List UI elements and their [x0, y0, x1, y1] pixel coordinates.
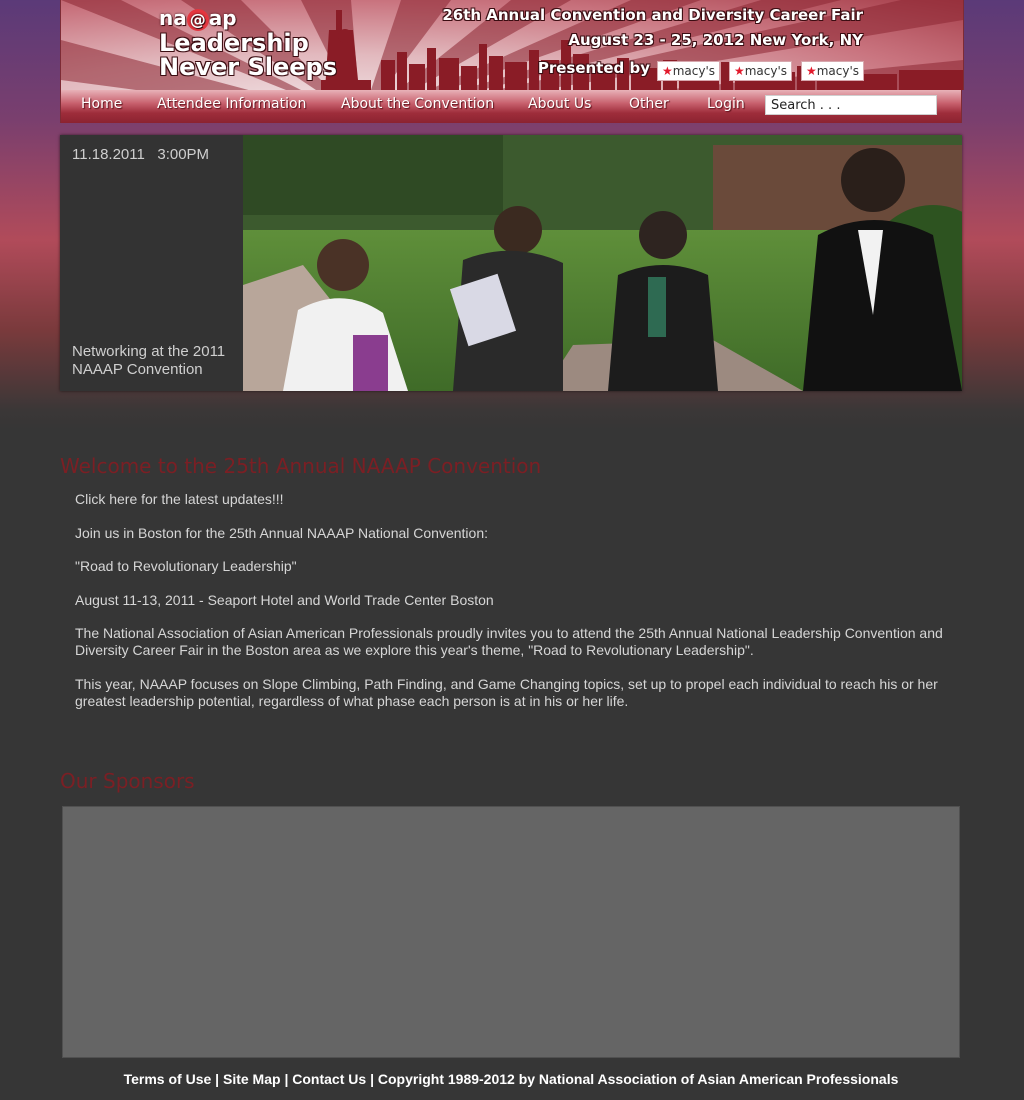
- convention-title: 26th Annual Convention and Diversity Car…: [442, 6, 863, 24]
- latest-updates-link[interactable]: Click here for the latest updates!!!: [75, 491, 955, 508]
- footer-site-map-link[interactable]: Site Map: [223, 1071, 281, 1087]
- sponsors-heading: Our Sponsors: [60, 769, 195, 793]
- footer: Terms of Use | Site Map | Contact Us | C…: [60, 1071, 962, 1087]
- feature-caption: Networking at the 2011 NAAAP Convention: [72, 343, 226, 378]
- main-nav: Home Attendee Information About the Conv…: [60, 90, 962, 123]
- networking-photo: [243, 135, 962, 391]
- logo-at-icon: @: [186, 9, 209, 31]
- star-icon: ★: [805, 64, 817, 78]
- footer-copyright: Copyright 1989-2012 by National Associat…: [377, 1071, 899, 1087]
- footer-separator: |: [215, 1071, 220, 1087]
- nav-home[interactable]: Home: [81, 96, 122, 112]
- sponsor-logo-macys-2[interactable]: ★macy's: [729, 61, 792, 81]
- nav-about-us[interactable]: About Us: [528, 96, 591, 112]
- star-icon: ★: [733, 64, 745, 78]
- tagline-line-2: Never Sleeps: [159, 53, 338, 81]
- convention-date: August 23 - 25, 2012 New York, NY: [568, 31, 863, 49]
- star-icon: ★: [661, 64, 673, 78]
- welcome-heading: Welcome to the 25th Annual NAAAP Convent…: [60, 454, 542, 478]
- logo-text-right: ap: [208, 6, 237, 30]
- footer-separator: |: [284, 1071, 289, 1087]
- welcome-paragraph-3: August 11-13, 2011 - Seaport Hotel and W…: [75, 592, 494, 608]
- welcome-paragraph-5: This year, NAAAP focuses on Slope Climbi…: [75, 676, 938, 709]
- feature-slideshow[interactable]: 11.18.2011 3:00PM Networking at the 2011…: [60, 135, 962, 391]
- welcome-paragraph-2: "Road to Revolutionary Leadership": [75, 558, 297, 574]
- sponsors-panel: [62, 806, 960, 1058]
- footer-separator: |: [370, 1071, 374, 1087]
- tagline-line-1: Leadership: [159, 29, 309, 57]
- naaap-logo[interactable]: na @ ap: [159, 6, 237, 31]
- feature-date: 11.18.2011 3:00PM: [72, 146, 210, 163]
- nav-other[interactable]: Other: [629, 96, 669, 112]
- sponsor-logo-macys-3[interactable]: ★macy's: [801, 61, 864, 81]
- nav-attendee-information[interactable]: Attendee Information: [157, 96, 306, 112]
- header-banner: na @ ap Leadership Never Sleeps 26th Annua…: [60, 0, 964, 90]
- welcome-paragraph-4: The National Association of Asian Americ…: [75, 625, 943, 658]
- nav-about-the-convention[interactable]: About the Convention: [341, 96, 494, 112]
- logo-text-left: na: [159, 6, 187, 30]
- footer-terms-link[interactable]: Terms of Use: [124, 1071, 212, 1087]
- footer-contact-link[interactable]: Contact Us: [292, 1071, 366, 1087]
- nav-login[interactable]: Login: [707, 96, 745, 112]
- welcome-paragraph-1: Join us in Boston for the 25th Annual NA…: [75, 525, 489, 541]
- tagline: Leadership Never Sleeps: [159, 31, 337, 79]
- presented-by-label: Presented by: [537, 59, 650, 77]
- sponsor-logo-macys-1[interactable]: ★macy's: [657, 61, 720, 81]
- search-input[interactable]: [765, 95, 937, 115]
